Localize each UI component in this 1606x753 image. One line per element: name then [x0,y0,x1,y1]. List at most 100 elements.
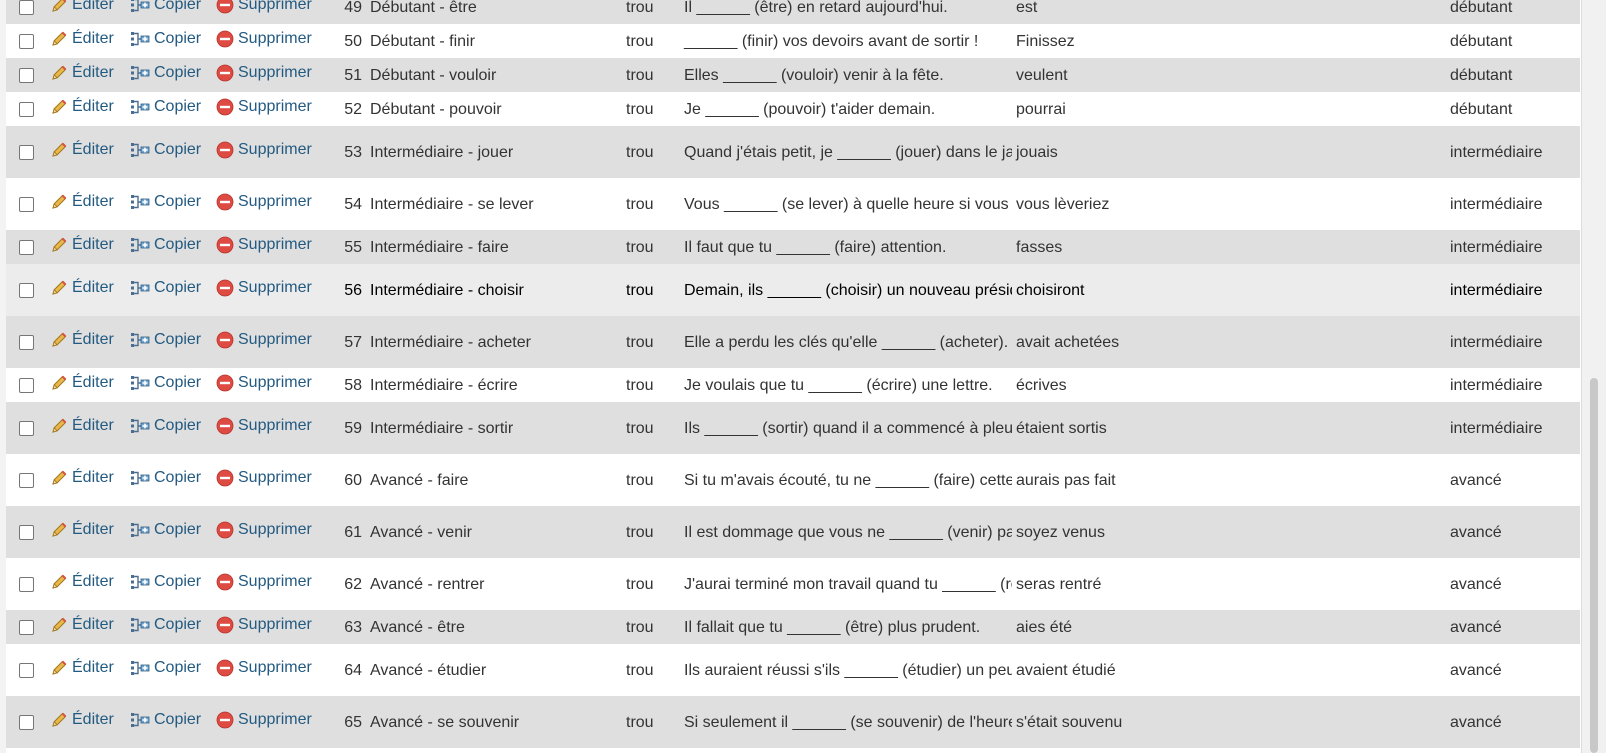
delete-link[interactable]: Supprimer [216,0,312,17]
row-checkbox[interactable] [18,662,34,678]
delete-link[interactable]: Supprimer [216,569,312,594]
edit-link[interactable]: Éditer [50,0,114,17]
id-cell: 63 [344,618,362,636]
delete-link[interactable]: Supprimer [216,137,312,162]
row-select-cell [6,644,46,696]
row-checkbox[interactable] [18,714,34,730]
type-cell: trou [626,713,654,731]
copy-link[interactable]: Copier [130,137,201,162]
question-cell: Quand j'étais petit, je ______ (jouer) d… [684,143,1012,161]
delete-link[interactable]: Supprimer [216,612,312,637]
pencil-icon [52,194,67,209]
copy-cell: Copier [126,264,212,316]
copy-row-icon [131,332,150,347]
copy-link[interactable]: Copier [130,370,201,395]
row-checkbox[interactable] [18,144,34,160]
table-row: Éditer Copier [6,506,1580,558]
edit-link[interactable]: Éditer [50,26,114,51]
edit-link[interactable]: Éditer [50,94,114,119]
copy-link[interactable]: Copier [130,94,201,119]
row-checkbox[interactable] [18,33,34,49]
delete-icon [216,616,234,634]
delete-link[interactable]: Supprimer [216,232,312,257]
row-checkbox[interactable] [18,576,34,592]
row-checkbox[interactable] [18,377,34,393]
edit-link[interactable]: Éditer [50,137,114,162]
delete-link[interactable]: Supprimer [216,465,312,490]
edit-link[interactable]: Éditer [50,707,114,732]
scrollbar-thumb[interactable] [1590,378,1598,753]
delete-link[interactable]: Supprimer [216,327,312,352]
delete-link[interactable]: Supprimer [216,94,312,119]
answer-cell: avait achetées [1016,333,1120,351]
id-cell: 60 [344,471,362,489]
type-cell: trou [626,281,654,299]
edit-link[interactable]: Éditer [50,517,114,542]
id-cell: 52 [344,100,362,118]
title-cell: Avancé - venir [370,523,472,541]
answer-cell: avaient étudié [1016,661,1116,679]
edit-link[interactable]: Éditer [50,465,114,490]
delete-link[interactable]: Supprimer [216,189,312,214]
edit-link[interactable]: Éditer [50,370,114,395]
delete-link[interactable]: Supprimer [216,275,312,300]
delete-link[interactable]: Supprimer [216,60,312,85]
copy-link[interactable]: Copier [130,232,201,257]
level-cell: intermédiaire [1450,333,1543,351]
copy-link[interactable]: Copier [130,60,201,85]
row-checkbox[interactable] [18,196,34,212]
copy-cell: Copier [126,316,212,368]
copy-row-icon [131,574,150,589]
type-cell: trou [626,575,654,593]
delete-link[interactable]: Supprimer [216,26,312,51]
row-checkbox[interactable] [18,67,34,83]
delete-link[interactable]: Supprimer [216,413,312,438]
copy-link[interactable]: Copier [130,707,201,732]
copy-link[interactable]: Copier [130,275,201,300]
copy-link[interactable]: Copier [130,0,201,17]
row-checkbox[interactable] [18,334,34,350]
delete-link[interactable]: Supprimer [216,370,312,395]
delete-link[interactable]: Supprimer [216,655,312,680]
edit-link[interactable]: Éditer [50,232,114,257]
copy-link[interactable]: Copier [130,569,201,594]
row-checkbox[interactable] [18,524,34,540]
row-checkbox[interactable] [18,101,34,117]
copy-link[interactable]: Copier [130,655,201,680]
row-checkbox[interactable] [18,472,34,488]
edit-link[interactable]: Éditer [50,275,114,300]
copy-link[interactable]: Copier [130,327,201,352]
copy-row-icon [131,418,150,433]
delete-icon [216,30,234,48]
row-select-cell [6,126,46,178]
edit-link[interactable]: Éditer [50,413,114,438]
delete-label: Supprimer [238,279,312,297]
edit-link[interactable]: Éditer [50,327,114,352]
row-checkbox[interactable] [18,0,34,15]
delete-link[interactable]: Supprimer [216,707,312,732]
edit-link[interactable]: Éditer [50,612,114,637]
edit-link[interactable]: Éditer [50,569,114,594]
delete-cell: Supprimer [212,368,328,402]
copy-link[interactable]: Copier [130,517,201,542]
copy-link[interactable]: Copier [130,26,201,51]
edit-link[interactable]: Éditer [50,60,114,85]
copy-link[interactable]: Copier [130,465,201,490]
edit-label: Éditer [72,331,114,349]
row-checkbox[interactable] [18,619,34,635]
copy-link[interactable]: Copier [130,413,201,438]
edit-cell: Éditer [46,454,126,506]
vertical-scrollbar[interactable] [1581,0,1606,753]
delete-icon [216,573,234,591]
edit-link[interactable]: Éditer [50,655,114,680]
id-cell: 64 [344,661,362,679]
row-checkbox[interactable] [18,420,34,436]
copy-link[interactable]: Copier [130,612,201,637]
delete-link[interactable]: Supprimer [216,517,312,542]
copy-link[interactable]: Copier [130,189,201,214]
row-checkbox[interactable] [18,282,34,298]
row-checkbox[interactable] [18,239,34,255]
edit-cell: Éditer [46,402,126,454]
edit-link[interactable]: Éditer [50,189,114,214]
question-cell: J'aurai terminé mon travail quand tu ___… [684,575,1012,593]
